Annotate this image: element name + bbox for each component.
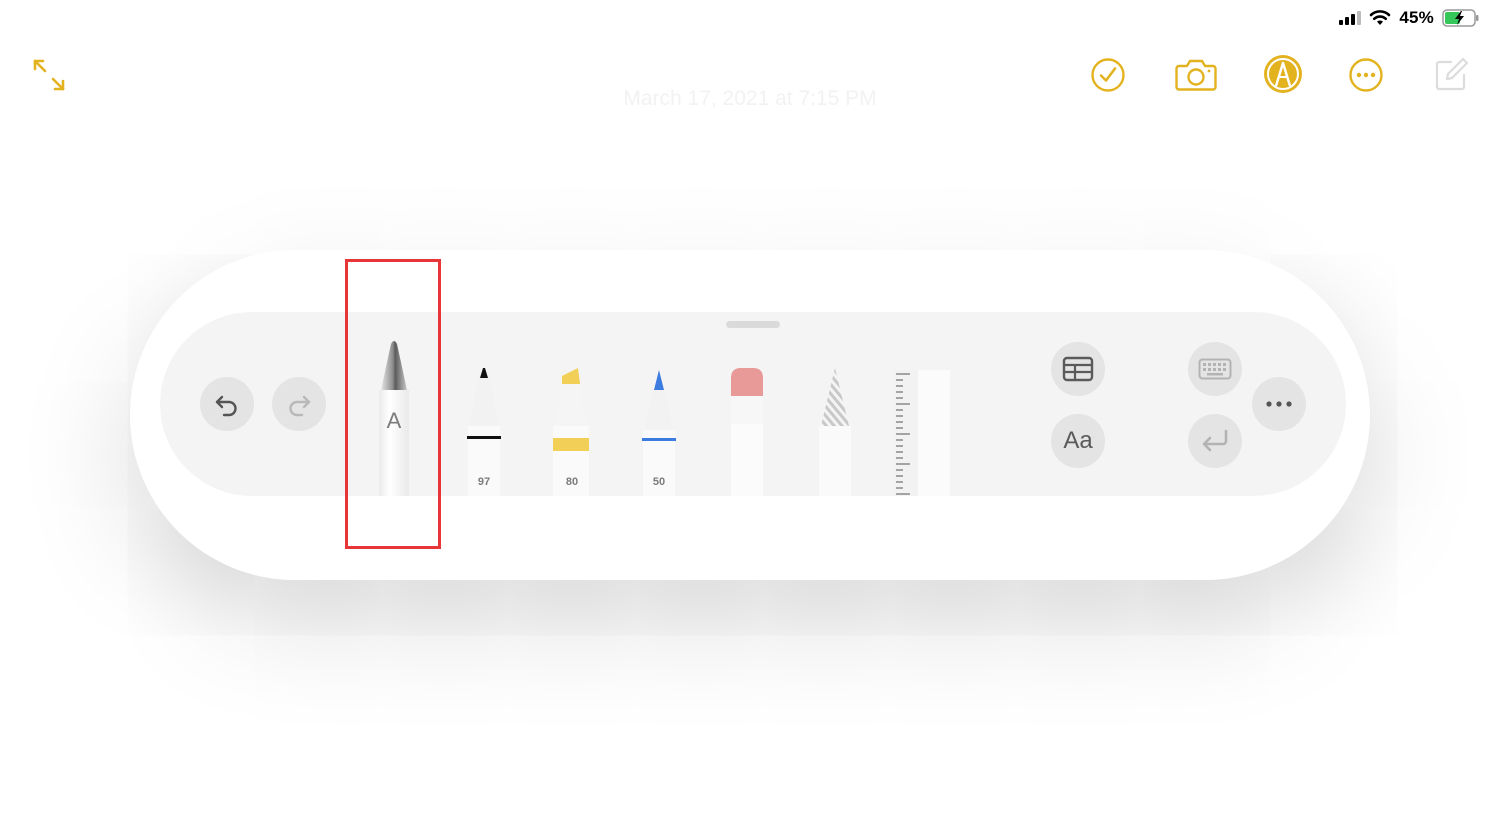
tool-pen[interactable]: 97: [464, 368, 504, 496]
ruler-icon: [894, 370, 950, 496]
table-button[interactable]: [1051, 342, 1105, 396]
tool-blue-pen[interactable]: 50: [639, 368, 679, 496]
undo-button[interactable]: [200, 377, 254, 431]
text-format-label: Aa: [1063, 427, 1093, 454]
highlighter-width-label: 80: [565, 476, 579, 488]
screen: 45% March 17, 2021 at 7:15 PM A 97 80 50…: [0, 0, 1500, 814]
tool-lasso[interactable]: [815, 368, 855, 496]
return-icon: [1202, 429, 1228, 452]
palette-more-button[interactable]: [1252, 377, 1306, 431]
redo-icon: [289, 395, 311, 417]
tool-ruler[interactable]: [894, 370, 950, 496]
cellular-signal-icon: [1339, 11, 1362, 25]
keyboard-icon: [1198, 358, 1232, 380]
selection-highlight: [345, 259, 441, 549]
undo-icon: [215, 395, 237, 417]
tool-palette[interactable]: A 97 80 50 Aa: [160, 312, 1346, 496]
tool-eraser[interactable]: [727, 368, 767, 496]
pen-width-label: 97: [477, 476, 491, 488]
return-button[interactable]: [1188, 414, 1242, 468]
keyboard-button[interactable]: [1188, 342, 1242, 396]
eraser-icon: [731, 368, 763, 496]
ellipsis-icon: [1266, 401, 1292, 407]
battery-percent: 45%: [1399, 8, 1434, 27]
palette-grabber[interactable]: [726, 321, 780, 328]
text-format-button[interactable]: Aa: [1051, 414, 1105, 468]
wifi-icon: [1370, 10, 1391, 25]
tool-highlighter[interactable]: 80: [552, 368, 592, 496]
lasso-icon: [819, 368, 851, 496]
table-icon: [1062, 356, 1094, 382]
status-bar: 45%: [1339, 8, 1480, 28]
redo-button[interactable]: [272, 377, 326, 431]
blue-pen-width-label: 50: [652, 476, 666, 488]
battery-charging-icon: [1442, 9, 1479, 27]
note-date: March 17, 2021 at 7:15 PM: [623, 87, 877, 110]
